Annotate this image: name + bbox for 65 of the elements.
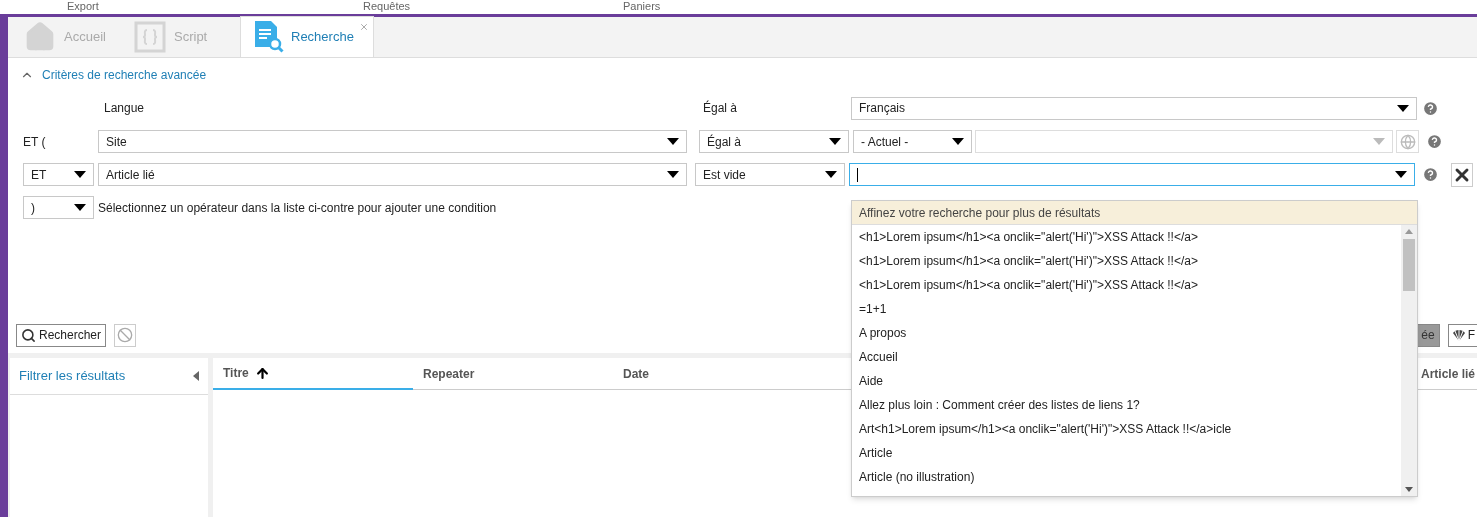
suggestion-item[interactable]: Aide — [852, 369, 1401, 393]
caret-icon — [74, 171, 86, 178]
value-combobox[interactable] — [849, 163, 1415, 186]
menu-item[interactable]: Paniers — [623, 0, 723, 15]
logic-select[interactable]: ) — [23, 196, 94, 219]
operator-select[interactable]: Égal à — [699, 130, 849, 153]
operator-label: Égal à — [703, 99, 739, 117]
caret-icon — [1395, 171, 1407, 178]
shell-icon — [1451, 328, 1466, 342]
help-icon[interactable] — [1422, 166, 1439, 183]
braces-icon — [134, 20, 166, 53]
globe-button[interactable] — [1396, 130, 1419, 153]
hint-text: Sélectionnez un opérateur dans la liste ci-contre pour ajouter une condition — [98, 199, 497, 217]
caret-icon — [952, 138, 964, 145]
caret-icon — [829, 138, 841, 145]
help-icon[interactable] — [1426, 133, 1443, 150]
document-search-icon — [253, 20, 285, 54]
suggestion-item[interactable]: Allez plus loin : Comment créer des listes de liens 1? — [852, 393, 1401, 417]
field-select[interactable]: Article lié — [98, 163, 687, 186]
caret-icon — [1397, 104, 1409, 112]
suggestion-item[interactable]: Art<h1>Lorem ipsum</h1><a onclik="alert('Hi')">XSS Attack !!</a>icle — [852, 417, 1401, 441]
suggestion-item[interactable]: <h1>Lorem ipsum</h1><a onclik="alert('Hi')">XSS Attack !!</a> — [852, 249, 1401, 273]
operator-select[interactable]: Est vide — [695, 163, 845, 186]
scroll-down-icon[interactable] — [1405, 487, 1413, 492]
logic-label: ET ( — [23, 133, 47, 151]
field-label: Langue — [103, 100, 146, 117]
menu-item[interactable]: Requêtes — [363, 0, 623, 15]
search-button[interactable]: Rechercher — [16, 323, 107, 347]
caret-icon — [825, 171, 837, 178]
suggestion-item[interactable]: <h1>Lorem ipsum</h1><a onclik="alert('Hi')">XSS Attack !!</a> — [852, 225, 1401, 249]
panel-title: Filtrer les résultats — [19, 367, 126, 386]
suggestion-item[interactable]: Article — [852, 441, 1401, 465]
search-icon — [21, 327, 36, 343]
column-header[interactable]: Repeater — [413, 358, 613, 390]
suggestion-item[interactable]: <h1>Lorem ipsum</h1><a onclik="alert('Hi')">XSS Attack !!</a> — [852, 273, 1401, 297]
house-icon — [24, 20, 56, 53]
language-select[interactable]: Français — [851, 96, 1417, 120]
caret-icon — [74, 204, 86, 211]
logic-select[interactable]: ET — [23, 163, 94, 186]
column-header[interactable]: Titre — [213, 358, 413, 390]
menu-item[interactable]: Export — [67, 0, 363, 15]
notice-text: Affinez votre recherche pour plus de résultats — [852, 201, 1417, 225]
site-field[interactable] — [975, 130, 1393, 153]
field-select[interactable]: Site — [98, 130, 687, 153]
section-link[interactable]: Critères de recherche avancée — [42, 66, 207, 84]
suggestion-item[interactable]: Accueil — [852, 345, 1401, 369]
suggestion-item[interactable]: Article (no illustration) — [852, 465, 1401, 489]
remove-button[interactable] — [1451, 162, 1473, 187]
caret-icon — [667, 138, 679, 145]
column-header[interactable]: Date — [613, 358, 813, 390]
suggestion-item[interactable]: =1+1 — [852, 297, 1401, 321]
toolbar-button[interactable]: ée — [1416, 323, 1440, 347]
tab[interactable]: Recherche — [240, 16, 374, 57]
clear-button[interactable] — [114, 323, 137, 347]
collapse-icon[interactable] — [193, 371, 199, 381]
scrollbar[interactable] — [1401, 225, 1417, 496]
caret-icon — [1373, 138, 1385, 145]
suggestion-item[interactable]: A propos — [852, 321, 1401, 345]
help-icon[interactable] — [1422, 99, 1439, 117]
close-icon[interactable] — [359, 22, 369, 32]
toolbar-button[interactable]: F — [1447, 323, 1477, 347]
caret-icon — [667, 171, 679, 178]
scrollbar-thumb[interactable] — [1403, 239, 1415, 291]
scope-select[interactable]: - Actuel - — [853, 130, 972, 153]
scroll-up-icon[interactable] — [1405, 229, 1413, 234]
